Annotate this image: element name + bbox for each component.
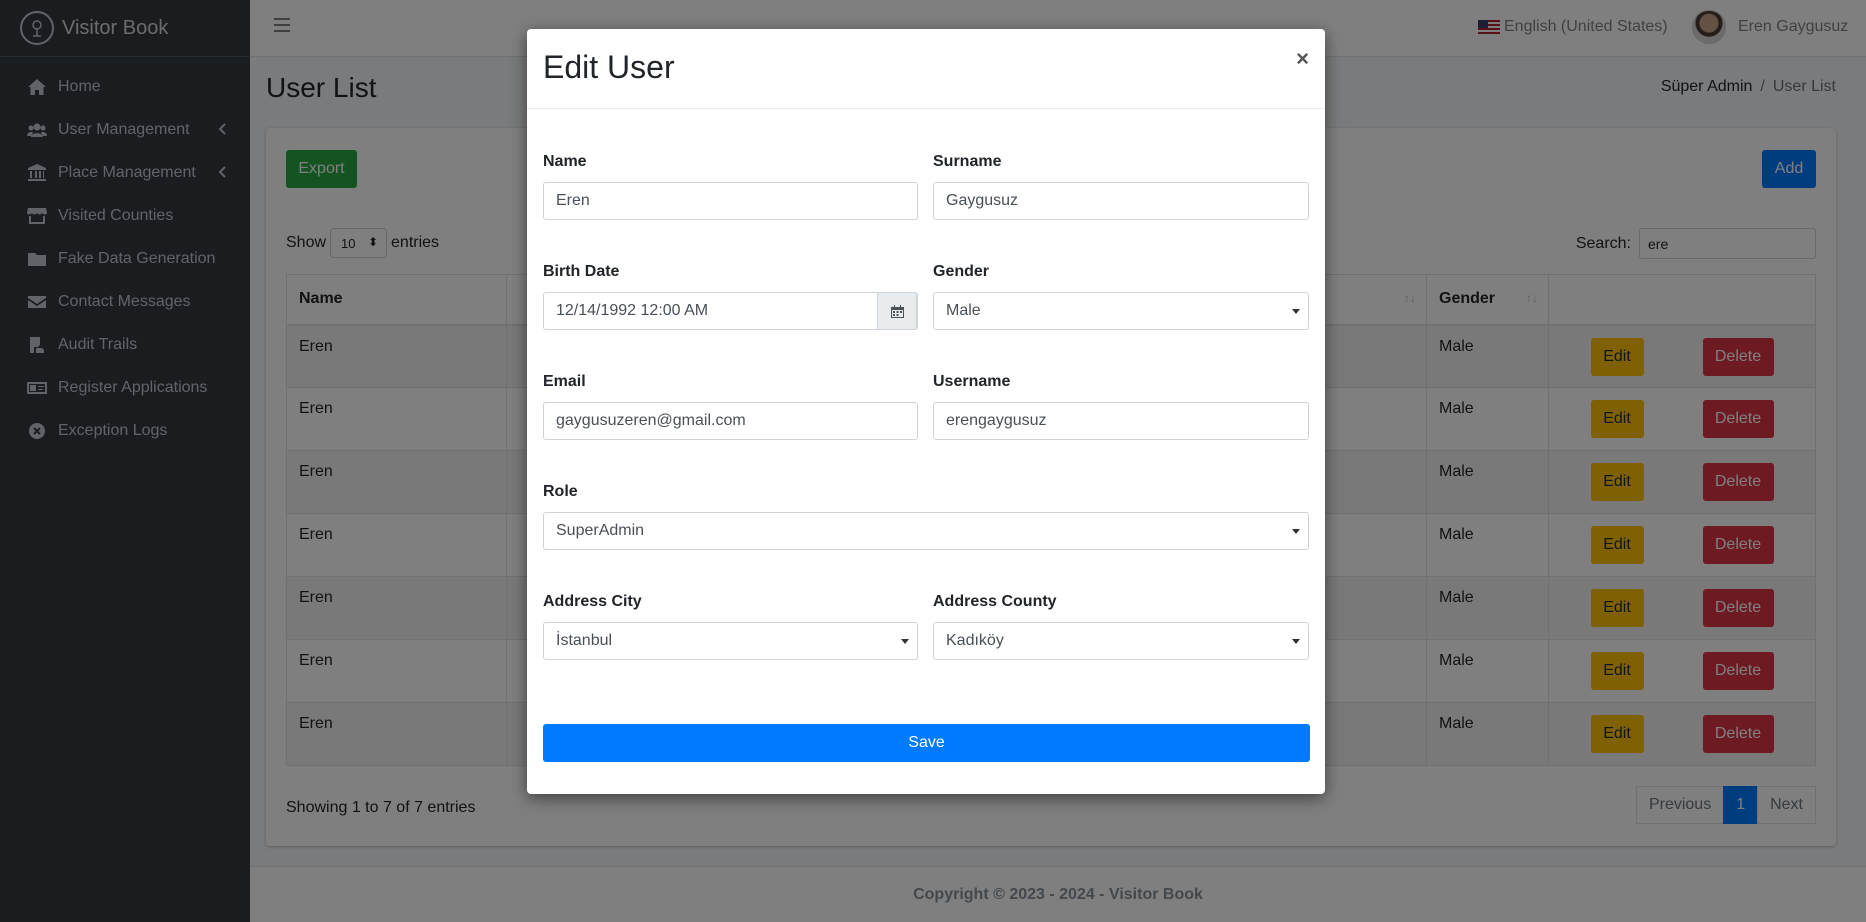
birth-date-value: 12/14/1992 12:00 AM bbox=[556, 302, 709, 319]
username-input[interactable]: erengaygusuz bbox=[933, 402, 1309, 440]
modal-header: Edit User × bbox=[527, 29, 1325, 109]
address-county-select[interactable]: Kadıköy bbox=[933, 622, 1309, 660]
address-city-select[interactable]: İstanbul bbox=[543, 622, 918, 660]
address-city-label: Address City bbox=[543, 593, 642, 610]
gender-select[interactable]: Male bbox=[933, 292, 1309, 330]
name-label: Name bbox=[543, 153, 587, 170]
modal-title: Edit User bbox=[543, 49, 675, 85]
birth-date-input[interactable]: 12/14/1992 12:00 AM bbox=[543, 292, 918, 330]
close-icon[interactable]: × bbox=[1296, 46, 1309, 72]
email-label: Email bbox=[543, 373, 586, 390]
birth-date-label: Birth Date bbox=[543, 263, 620, 280]
address-county-label: Address County bbox=[933, 593, 1057, 610]
role-label: Role bbox=[543, 483, 578, 500]
username-label: Username bbox=[933, 373, 1011, 390]
email-input[interactable]: gaygusuzeren@gmail.com bbox=[543, 402, 918, 440]
surname-label: Surname bbox=[933, 153, 1002, 170]
gender-label: Gender bbox=[933, 263, 990, 280]
calendar-icon[interactable] bbox=[877, 292, 917, 330]
edit-user-modal: Edit User × Name Eren Surname Gaygusuz B… bbox=[527, 29, 1325, 794]
surname-input[interactable]: Gaygusuz bbox=[933, 182, 1309, 220]
name-input[interactable]: Eren bbox=[543, 182, 918, 220]
save-button[interactable]: Save bbox=[543, 724, 1310, 762]
role-select[interactable]: SuperAdmin bbox=[543, 512, 1309, 550]
